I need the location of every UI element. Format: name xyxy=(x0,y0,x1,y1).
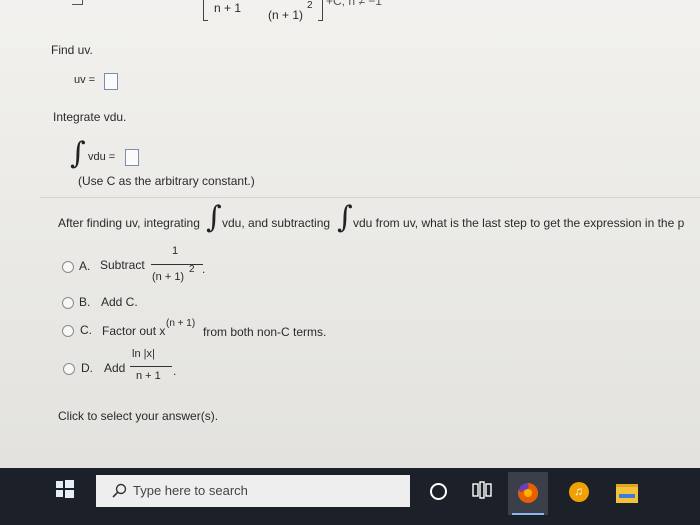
task-view-icon[interactable] xyxy=(472,481,492,499)
option-c-letter: C. xyxy=(80,323,92,337)
divider xyxy=(40,197,700,198)
option-c-radio[interactable] xyxy=(62,325,74,337)
win-pane-4 xyxy=(65,490,74,498)
option-b-radio[interactable] xyxy=(62,297,74,309)
uv-label: uv = xyxy=(74,74,96,86)
option-d-radio[interactable] xyxy=(63,363,75,375)
option-d-letter: D. xyxy=(81,361,93,375)
win-pane-3 xyxy=(56,490,63,497)
firefox-icon xyxy=(518,482,539,503)
option-d-period: . xyxy=(173,364,177,378)
search-placeholder: Type here to search xyxy=(133,483,248,498)
fragment-denominator: (n + 1) xyxy=(268,8,304,22)
music-note-glyph: ♫ xyxy=(574,484,583,498)
windows-taskbar: Type here to search ♫ xyxy=(0,468,700,525)
constant-note: (Use C as the arbitrary constant.) xyxy=(78,174,255,188)
option-a-letter: A. xyxy=(79,259,91,273)
active-indicator xyxy=(512,513,544,515)
select-answer-hint: Click to select your answer(s). xyxy=(58,409,219,423)
question-part2: vdu, and subtracting xyxy=(222,216,331,230)
taskbar-search-box[interactable]: Type here to search xyxy=(96,475,410,507)
right-bracket xyxy=(318,0,323,21)
option-a-period: . xyxy=(202,262,206,276)
question-integral-2: ∫ xyxy=(337,200,353,235)
option-a-denominator: (n + 1) xyxy=(152,271,185,283)
option-a-numerator: 1 xyxy=(172,245,179,257)
option-c-exponent: (n + 1) xyxy=(166,318,196,329)
option-b-text: Add C. xyxy=(101,295,138,309)
option-d-fraction-bar xyxy=(130,366,172,367)
option-a-text: Subtract xyxy=(100,258,145,272)
question-integral-1: ∫ xyxy=(206,200,222,235)
question-part1: After finding uv, integrating xyxy=(58,216,200,230)
win-pane-2 xyxy=(65,480,74,488)
question-part3: vdu from uv, what is the last step to ge… xyxy=(353,216,685,230)
firefox-taskbar-button[interactable] xyxy=(508,472,548,515)
fragment-exponent: 2 xyxy=(307,0,313,11)
music-app-icon[interactable]: ♫ xyxy=(569,482,589,502)
fragment-numerator: n + 1 xyxy=(214,1,242,15)
vdu-label: vdu = xyxy=(88,151,116,163)
option-a-radio[interactable] xyxy=(62,261,74,273)
cortana-icon[interactable] xyxy=(430,483,447,500)
option-a-exponent: 2 xyxy=(189,264,195,275)
integrate-prompt: Integrate vdu. xyxy=(53,110,127,124)
option-a-fraction-bar xyxy=(151,264,203,265)
explorer-band xyxy=(619,494,635,498)
win-pane-1 xyxy=(56,481,63,488)
question-page: n + 1 (n + 1) 2 +C, n ≠ −1 Find uv. uv =… xyxy=(0,0,700,468)
find-uv-prompt: Find uv. xyxy=(51,43,93,57)
option-c-rest: from both non-C terms. xyxy=(203,325,327,339)
cut-off-glyph xyxy=(72,0,83,5)
vdu-answer-box[interactable] xyxy=(125,149,139,166)
fragment-tail: +C, n ≠ −1 xyxy=(326,0,382,8)
uv-answer-box[interactable] xyxy=(104,73,118,90)
option-d-denominator: n + 1 xyxy=(136,370,161,382)
option-d-text: Add xyxy=(104,361,126,375)
option-c-text: Factor out x xyxy=(102,324,166,338)
option-d-numerator: ln |x| xyxy=(132,348,155,360)
file-explorer-icon[interactable] xyxy=(616,484,638,503)
search-icon xyxy=(112,483,127,498)
integral-symbol: ∫ xyxy=(70,136,86,171)
option-b-letter: B. xyxy=(79,295,91,309)
left-bracket xyxy=(203,0,208,21)
windows-start-icon[interactable] xyxy=(56,480,76,500)
